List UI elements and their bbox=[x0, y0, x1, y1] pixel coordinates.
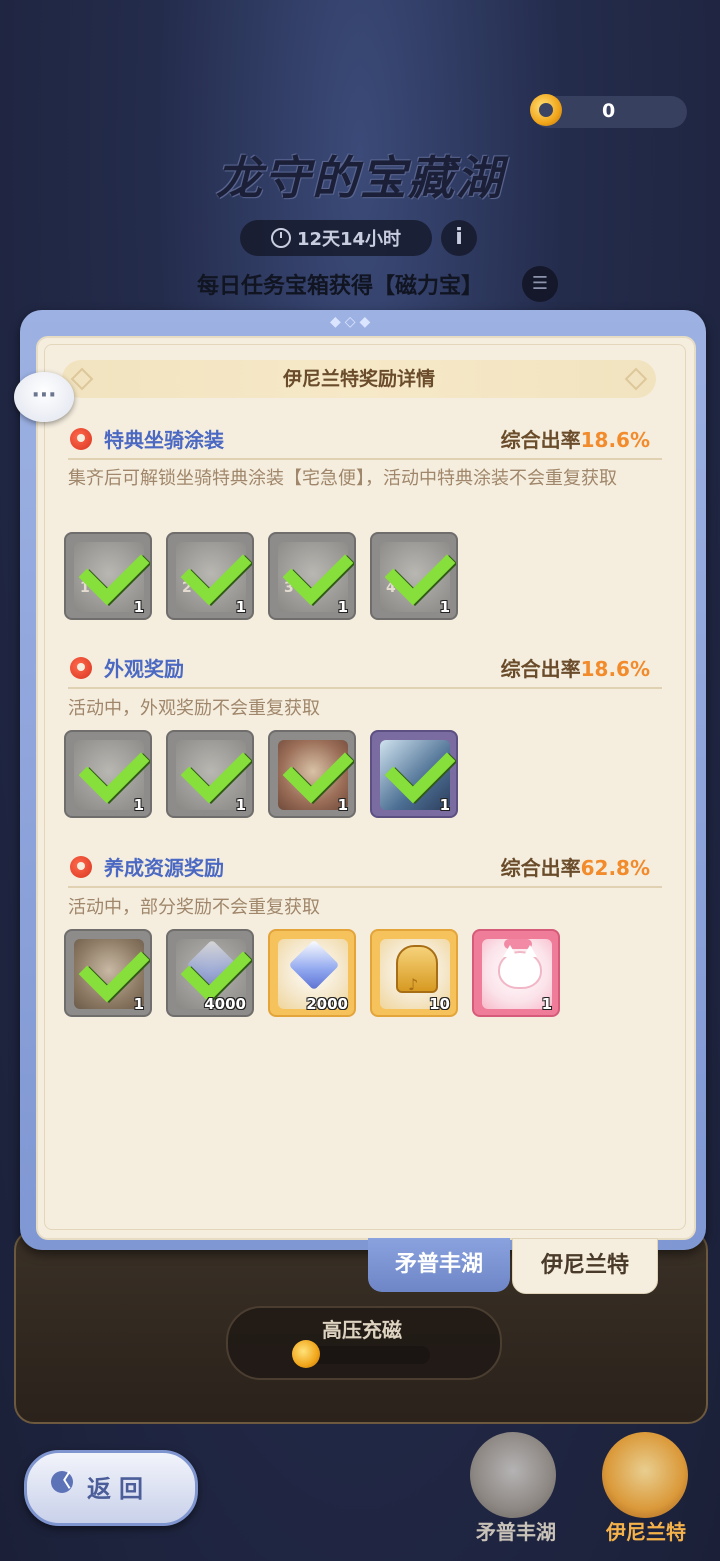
reward-item-mount-skin[interactable]: 1 1 bbox=[64, 532, 152, 620]
item-count: 1 bbox=[235, 598, 246, 616]
diamond-ornament-icon bbox=[70, 367, 94, 391]
reward-item-appearance[interactable]: 1 bbox=[370, 730, 458, 818]
item-count: 4000 bbox=[204, 995, 246, 1013]
item-count: 1 bbox=[439, 796, 450, 814]
back-label: 返回 bbox=[87, 1475, 151, 1503]
shell-yinilante-label: 伊尼兰特 bbox=[606, 1520, 686, 1544]
item-count: 2000 bbox=[306, 995, 348, 1013]
shell-maopu-lake-label: 矛普丰湖 bbox=[476, 1520, 556, 1544]
reward-item-appearance[interactable]: 1 bbox=[166, 730, 254, 818]
section-title: 养成资源奖励 bbox=[104, 856, 224, 880]
timer-text: 12天14小时 bbox=[296, 229, 402, 250]
reward-item-mount-skin[interactable]: 3 1 bbox=[268, 532, 356, 620]
section-header-skin: 特典坐骑涂装 综合出率18.6% bbox=[68, 424, 662, 460]
item-count: 1 bbox=[235, 796, 246, 814]
section-marker-icon bbox=[70, 428, 92, 450]
reward-item-mount-skin[interactable]: 4 1 bbox=[370, 532, 458, 620]
section-description: 活动中，部分奖励不会重复获取 bbox=[68, 897, 320, 918]
item-count: 1 bbox=[133, 796, 144, 814]
shell-maopu-lake-icon[interactable] bbox=[470, 1432, 556, 1518]
charge-coin-icon bbox=[292, 1340, 320, 1368]
coin-icon bbox=[530, 94, 562, 126]
tab-maopu-lake[interactable]: 矛普丰湖 bbox=[368, 1238, 510, 1292]
currency-value: 0 bbox=[602, 100, 616, 122]
section-divider bbox=[68, 458, 662, 460]
section-divider bbox=[68, 687, 662, 689]
back-arrow-icon: 〈 bbox=[51, 1471, 73, 1493]
music-note-icon: ♪ bbox=[408, 975, 419, 994]
item-count: 1 bbox=[541, 995, 552, 1013]
currency-display: 0 bbox=[530, 94, 687, 128]
back-button[interactable]: 〈 返回 bbox=[24, 1450, 198, 1526]
panel-header-title: 伊尼兰特奖励详情 bbox=[282, 368, 435, 390]
item-count: 1 bbox=[133, 995, 144, 1013]
item-count: 10 bbox=[429, 995, 450, 1013]
section-rate: 综合出率18.6% bbox=[500, 428, 650, 452]
section-title: 特典坐骑涂装 bbox=[104, 428, 224, 452]
item-count: 1 bbox=[133, 598, 144, 616]
reward-item-appearance[interactable]: 1 bbox=[64, 730, 152, 818]
section-rate: 综合出率18.6% bbox=[500, 657, 650, 681]
panel-ornament: ◆◇◆ bbox=[330, 314, 375, 330]
diamond-ornament-icon bbox=[624, 367, 648, 391]
panel-header: 伊尼兰特奖励详情 bbox=[62, 360, 656, 398]
item-count: 1 bbox=[439, 598, 450, 616]
section-header-appearance: 外观奖励 综合出率18.6% bbox=[68, 653, 662, 689]
section-marker-icon bbox=[70, 856, 92, 878]
reward-item-resource[interactable]: 1 bbox=[472, 929, 560, 1017]
section-description: 集齐后可解锁坐骑特典涂装【宅急便】，活动中特典涂装不会重复获取 bbox=[68, 468, 617, 489]
section-description: 活动中，外观奖励不会重复获取 bbox=[68, 698, 320, 719]
section-divider bbox=[68, 886, 662, 888]
event-subtitle: 每日任务宝箱获得【磁力宝】 bbox=[196, 274, 483, 299]
section-rate: 综合出率62.8% bbox=[500, 856, 650, 880]
item-count: 1 bbox=[337, 598, 348, 616]
event-timer: 12天14小时 bbox=[240, 220, 432, 256]
reward-item-resource[interactable]: ♪ 10 bbox=[370, 929, 458, 1017]
reward-item-resource[interactable]: 1 bbox=[64, 929, 152, 1017]
section-marker-icon bbox=[70, 657, 92, 679]
info-button[interactable]: i bbox=[441, 220, 477, 256]
section-header-resources: 养成资源奖励 综合出率62.8% bbox=[68, 852, 662, 888]
cat-avatar-icon bbox=[498, 945, 542, 989]
charge-label: 高压充磁 bbox=[322, 1318, 402, 1342]
event-title: 龙守的宝藏湖 bbox=[216, 151, 504, 205]
item-count: 1 bbox=[337, 796, 348, 814]
shell-yinilante-icon[interactable] bbox=[602, 1432, 688, 1518]
chat-icon[interactable]: ··· bbox=[14, 372, 74, 422]
reward-item-appearance[interactable]: 1 bbox=[268, 730, 356, 818]
reward-item-resource[interactable]: 2000 bbox=[268, 929, 356, 1017]
list-button[interactable]: ☰ bbox=[522, 266, 558, 302]
tab-yinilante[interactable]: 伊尼兰特 bbox=[512, 1238, 658, 1294]
clock-icon bbox=[270, 228, 291, 248]
reward-item-resource[interactable]: 4000 bbox=[166, 929, 254, 1017]
reward-item-mount-skin[interactable]: 2 1 bbox=[166, 532, 254, 620]
section-title: 外观奖励 bbox=[104, 657, 184, 681]
